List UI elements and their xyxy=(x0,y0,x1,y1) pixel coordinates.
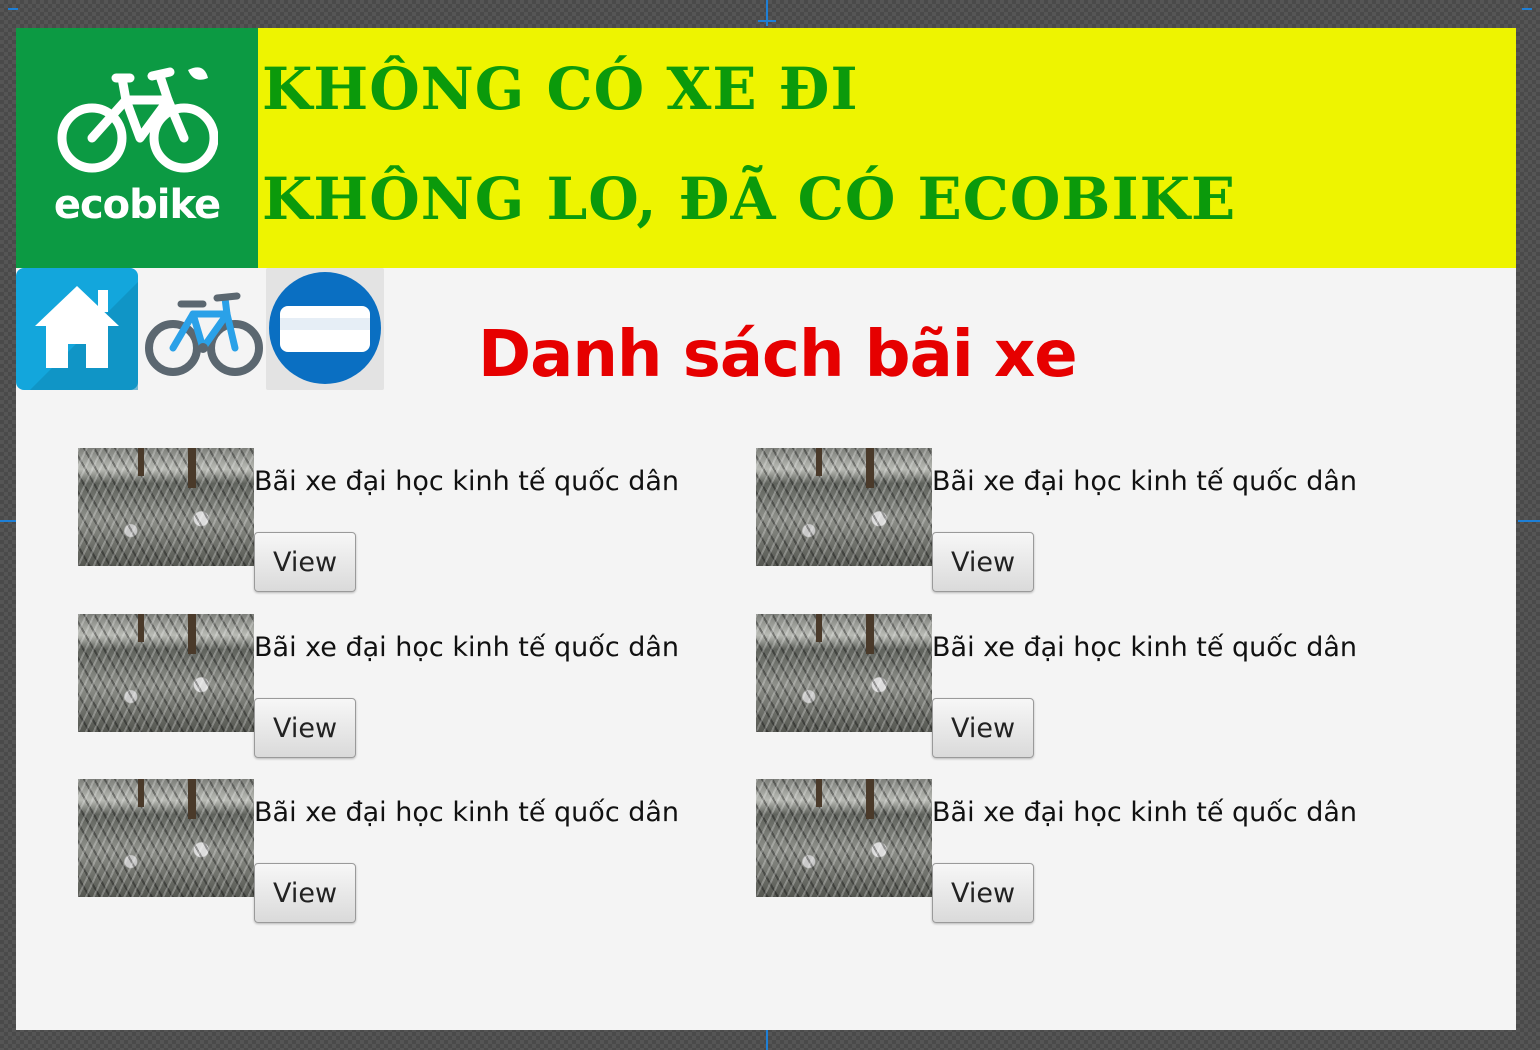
guide-mark xyxy=(1522,8,1532,10)
guide-mark xyxy=(0,520,16,522)
station-card: Bãi xe đại học kinh tế quốc dân View xyxy=(756,614,1376,764)
home-button[interactable] xyxy=(16,268,138,390)
parking-lot-photo xyxy=(78,614,254,732)
station-name: Bãi xe đại học kinh tế quốc dân xyxy=(254,466,680,497)
bicycle-icon xyxy=(145,292,263,376)
station-card: Bãi xe đại học kinh tế quốc dân View xyxy=(78,779,698,929)
guide-mark xyxy=(1518,520,1540,522)
guide-mark xyxy=(8,8,18,10)
view-button[interactable]: View xyxy=(932,532,1034,592)
slogan-line-2: KHÔNG LO, ĐÃ CÓ ECOBIKE xyxy=(262,165,1237,233)
card-icon xyxy=(269,272,381,384)
view-button[interactable]: View xyxy=(254,698,356,758)
station-name: Bãi xe đại học kinh tế quốc dân xyxy=(932,466,1358,497)
view-button[interactable]: View xyxy=(932,863,1034,923)
parking-lot-photo xyxy=(78,779,254,897)
bicycle-logo-icon xyxy=(57,67,218,173)
home-icon xyxy=(30,282,138,390)
parking-lot-photo xyxy=(756,779,932,897)
parking-lot-photo xyxy=(78,448,254,566)
logo-text: ecobike xyxy=(53,182,221,228)
app-window: ecobike KHÔNG CÓ XE ĐI KHÔNG LO, ĐÃ CÓ E… xyxy=(16,28,1516,1030)
view-button[interactable]: View xyxy=(254,863,356,923)
parking-lot-photo xyxy=(756,448,932,566)
page-title: Danh sách bãi xe xyxy=(478,318,1078,392)
station-card: Bãi xe đại học kinh tế quốc dân View xyxy=(78,448,698,598)
parking-lot-photo xyxy=(756,614,932,732)
station-name: Bãi xe đại học kinh tế quốc dân xyxy=(932,632,1358,663)
ecobike-logo: ecobike xyxy=(16,28,258,268)
view-button[interactable]: View xyxy=(254,532,356,592)
bike-list-button[interactable] xyxy=(141,268,263,390)
station-card: Bãi xe đại học kinh tế quốc dân View xyxy=(756,448,1376,598)
view-button[interactable]: View xyxy=(932,698,1034,758)
station-card: Bãi xe đại học kinh tế quốc dân View xyxy=(78,614,698,764)
guide-mark xyxy=(766,1030,768,1050)
station-card: Bãi xe đại học kinh tế quốc dân View xyxy=(756,779,1376,929)
station-name: Bãi xe đại học kinh tế quốc dân xyxy=(254,797,680,828)
guide-mark xyxy=(758,20,776,22)
guide-mark xyxy=(766,0,768,26)
station-name: Bãi xe đại học kinh tế quốc dân xyxy=(254,632,680,663)
slogan-line-1: KHÔNG CÓ XE ĐI xyxy=(262,55,859,123)
card-button[interactable] xyxy=(266,268,384,390)
station-name: Bãi xe đại học kinh tế quốc dân xyxy=(932,797,1358,828)
header-banner: ecobike KHÔNG CÓ XE ĐI KHÔNG LO, ĐÃ CÓ E… xyxy=(16,28,1516,268)
